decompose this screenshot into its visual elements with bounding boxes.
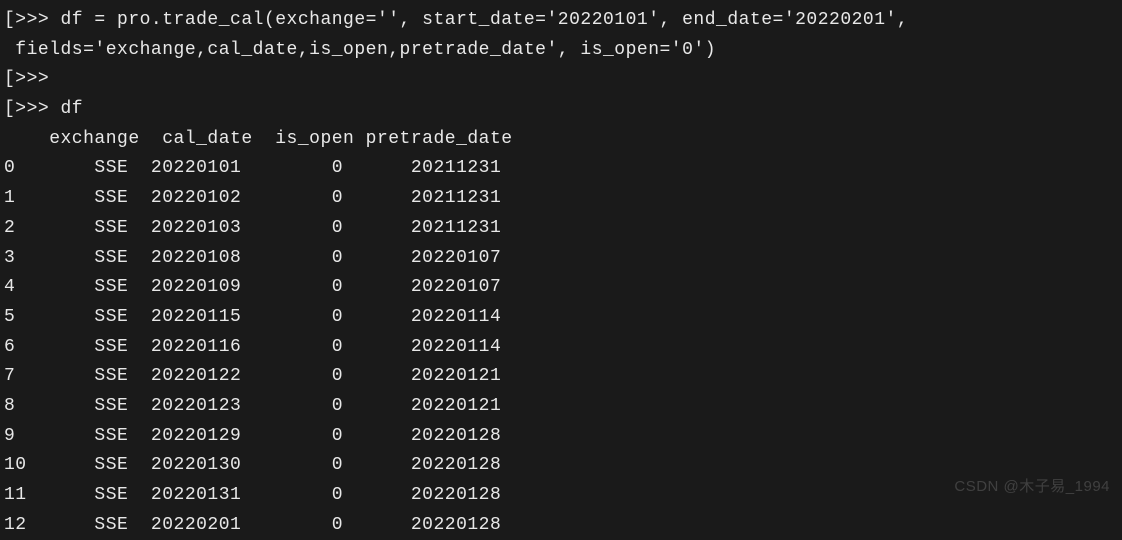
command-line-3[interactable]: [>>> df xyxy=(0,95,1122,125)
command-line-1b[interactable]: fields='exchange,cal_date,is_open,pretra… xyxy=(0,36,1122,66)
dataframe-row: 0 SSE 20220101 0 20211231 xyxy=(0,154,1122,184)
dataframe-row: 12 SSE 20220201 0 20220128 xyxy=(0,511,1122,540)
dataframe-row: 4 SSE 20220109 0 20220107 xyxy=(0,273,1122,303)
dataframe-row: 8 SSE 20220123 0 20220121 xyxy=(0,392,1122,422)
command-line-1a[interactable]: [>>> df = pro.trade_cal(exchange='', sta… xyxy=(0,6,1122,36)
command-line-2[interactable]: [>>> xyxy=(0,65,1122,95)
dataframe-row: 2 SSE 20220103 0 20211231 xyxy=(0,214,1122,244)
dataframe-row: 6 SSE 20220116 0 20220114 xyxy=(0,333,1122,363)
dataframe-row: 5 SSE 20220115 0 20220114 xyxy=(0,303,1122,333)
dataframe-row: 9 SSE 20220129 0 20220128 xyxy=(0,422,1122,452)
watermark-text: CSDN @木子易_1994 xyxy=(954,475,1110,500)
dataframe-row: 3 SSE 20220108 0 20220107 xyxy=(0,244,1122,274)
dataframe-header: exchange cal_date is_open pretrade_date xyxy=(0,125,1122,155)
dataframe-row: 1 SSE 20220102 0 20211231 xyxy=(0,184,1122,214)
dataframe-row: 7 SSE 20220122 0 20220121 xyxy=(0,362,1122,392)
